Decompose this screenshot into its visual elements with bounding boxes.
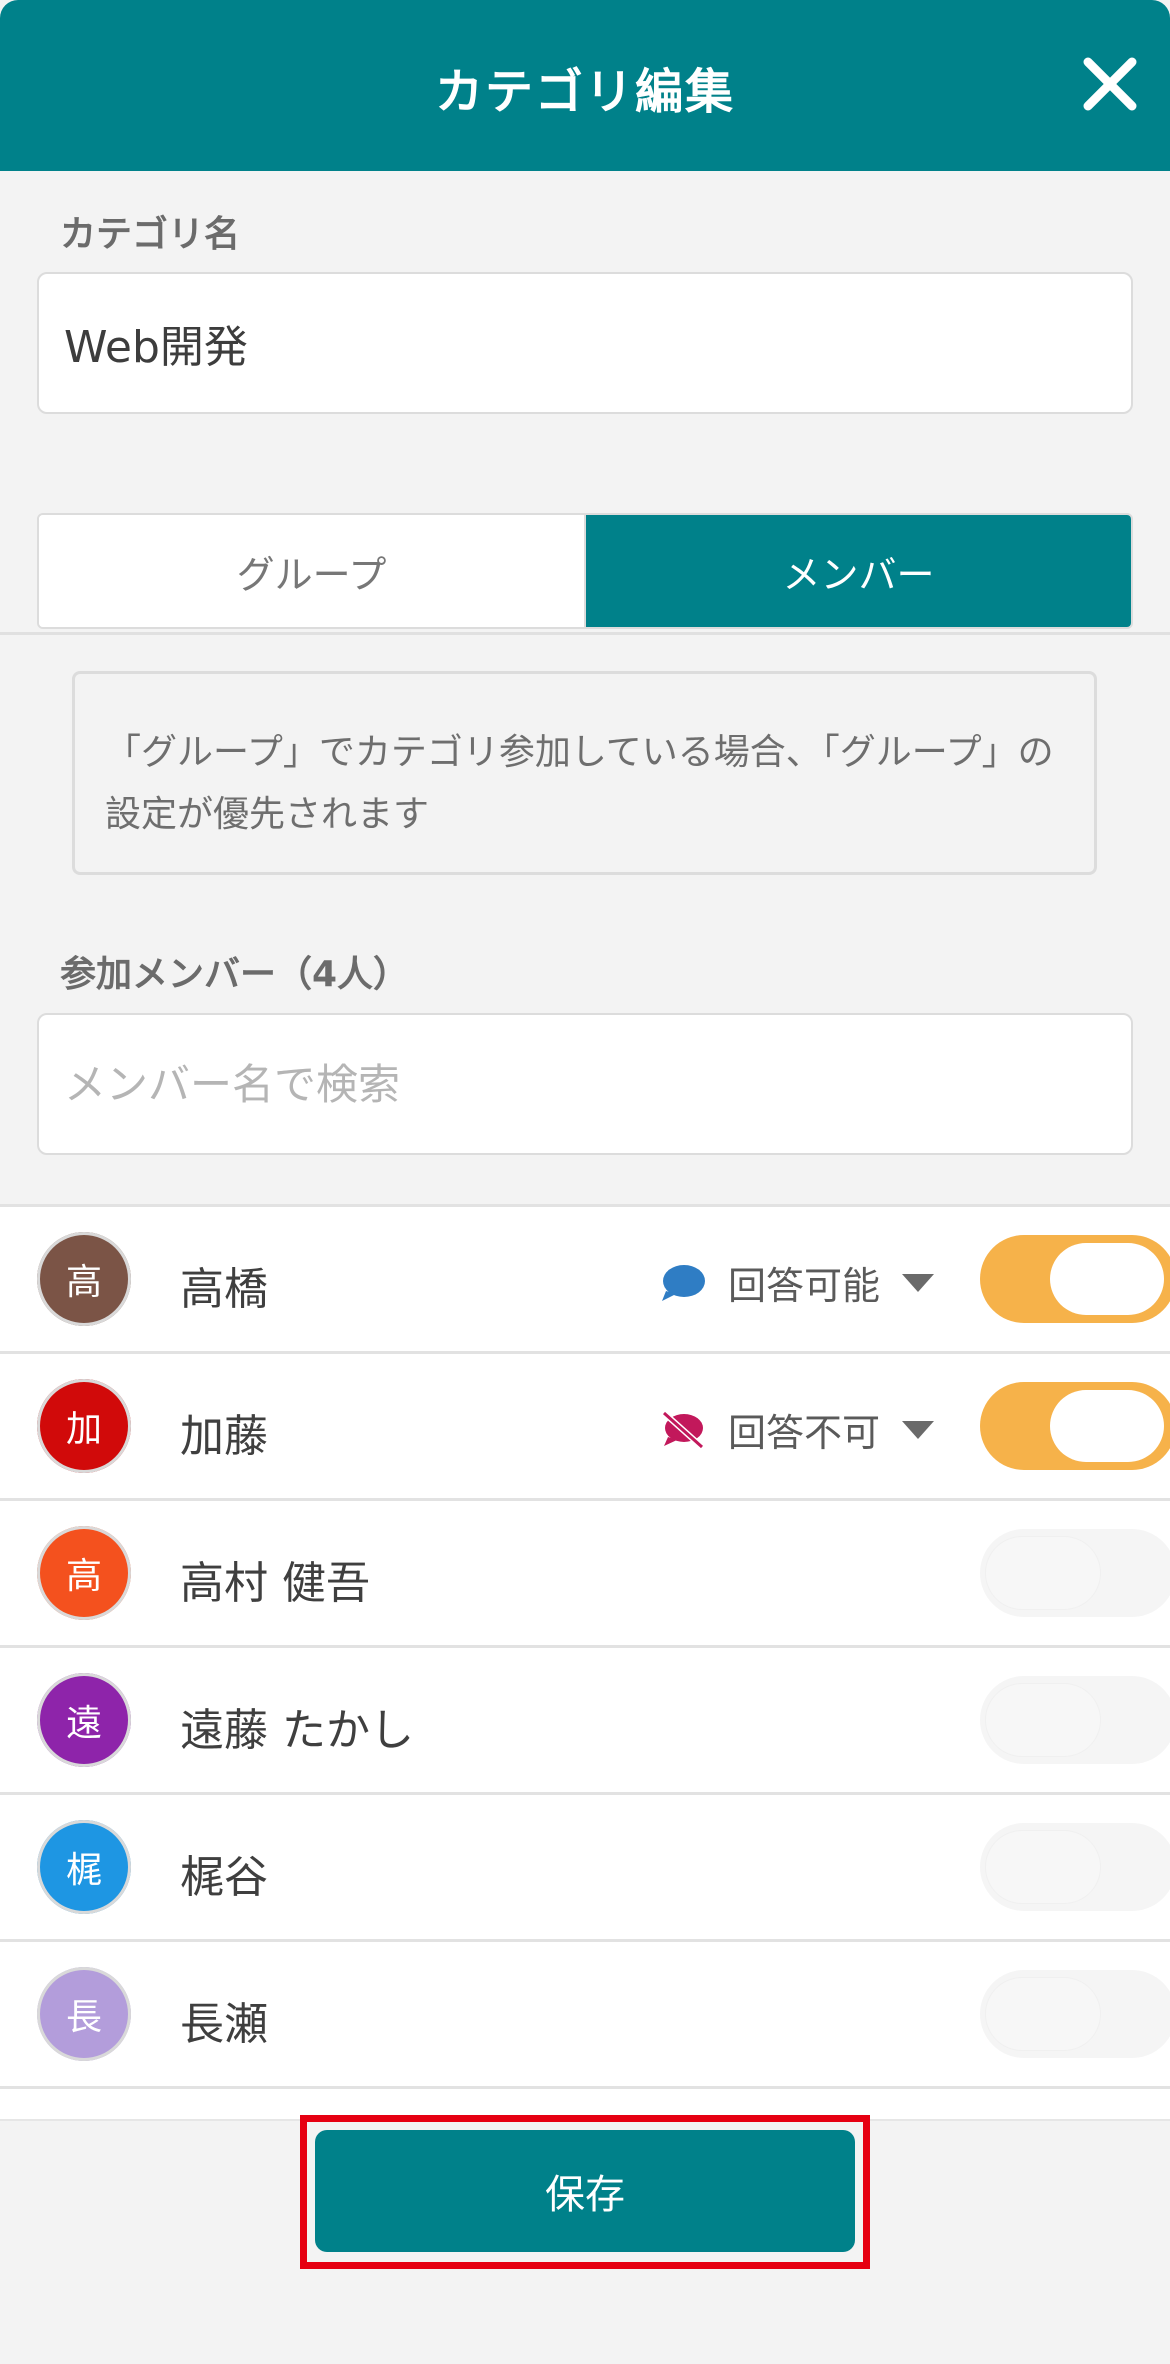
tab-member[interactable]: メンバー xyxy=(586,515,1131,627)
member-row: 高 高村 健吾 xyxy=(0,1501,1170,1648)
avatar: 長 xyxy=(37,1967,131,2061)
member-row: 高 高橋 回答可能 xyxy=(0,1207,1170,1354)
member-name: 加藤 xyxy=(180,1411,268,1462)
member-row: 長 長瀬 xyxy=(0,1942,1170,2089)
group-priority-notice: 「グループ」でカテゴリ参加している場合、「グループ」の設定が優先されます xyxy=(72,671,1097,875)
group-member-segmented-control: グループ メンバー xyxy=(37,513,1133,629)
avatar: 遠 xyxy=(37,1673,131,1767)
divider xyxy=(0,632,1170,635)
close-button[interactable] xyxy=(1074,48,1146,120)
member-toggle[interactable] xyxy=(980,1235,1170,1323)
speech-bubble-icon xyxy=(662,1264,705,1301)
chevron-down-icon xyxy=(902,1420,935,1439)
members-section-label: 参加メンバー（4人） xyxy=(60,954,410,995)
save-button[interactable]: 保存 xyxy=(315,2130,855,2252)
member-name: 高村 健吾 xyxy=(180,1558,370,1609)
member-row: 加 加藤 回答不可 xyxy=(0,1354,1170,1501)
avatar: 加 xyxy=(37,1379,131,1473)
modal-title: カテゴリ編集 xyxy=(434,64,735,120)
member-toggle[interactable] xyxy=(980,1529,1170,1617)
tab-group[interactable]: グループ xyxy=(39,515,586,627)
member-name: 長瀬 xyxy=(180,1999,268,2050)
avatar: 梶 xyxy=(37,1820,131,1914)
category-name-field[interactable]: Web開発 xyxy=(37,272,1133,414)
category-name-label: カテゴリ名 xyxy=(60,214,241,255)
member-toggle[interactable] xyxy=(980,1823,1170,1911)
speech-bubble-off-icon xyxy=(661,1410,705,1449)
avatar: 高 xyxy=(37,1232,131,1326)
member-name: 遠藤 たかし xyxy=(180,1705,414,1756)
avatar: 高 xyxy=(37,1526,131,1620)
permission-dropdown[interactable]: 回答不可 xyxy=(660,1402,935,1457)
permission-label: 回答不可 xyxy=(728,1411,881,1455)
chevron-down-icon xyxy=(902,1273,935,1292)
member-toggle[interactable] xyxy=(980,1382,1170,1470)
member-search-input[interactable] xyxy=(37,1013,1133,1155)
member-toggle[interactable] xyxy=(980,1970,1170,2058)
member-name: 高橋 xyxy=(180,1264,268,1315)
permission-label: 回答可能 xyxy=(728,1264,881,1308)
modal-header: カテゴリ編集 xyxy=(0,0,1170,171)
member-list: 高 高橋 回答可能 加 加藤 回答不可 高 高村 健吾 遠 遠藤 たかし 梶 梶… xyxy=(0,1204,1170,2119)
close-icon xyxy=(1083,57,1137,111)
permission-dropdown[interactable]: 回答可能 xyxy=(660,1255,935,1310)
member-toggle[interactable] xyxy=(980,1676,1170,1764)
member-name: 梶谷 xyxy=(180,1852,268,1903)
member-row: 遠 遠藤 たかし xyxy=(0,1648,1170,1795)
member-row: 梶 梶谷 xyxy=(0,1795,1170,1942)
